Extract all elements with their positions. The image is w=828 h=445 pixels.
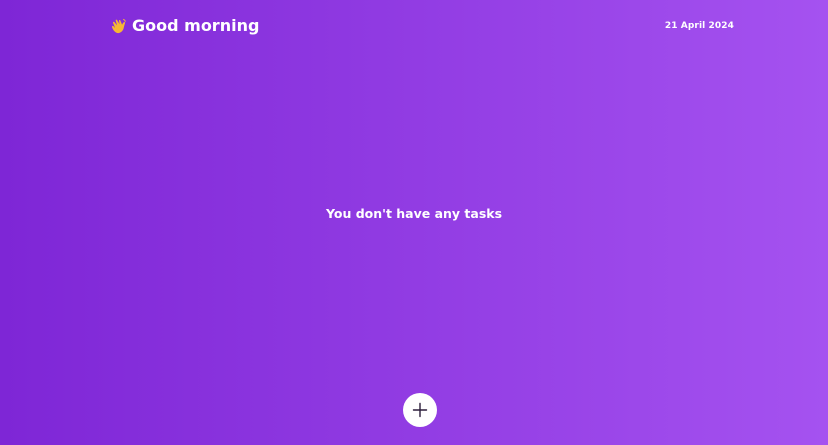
empty-tasks-message: You don't have any tasks	[325, 206, 503, 221]
greeting-text: Good morning	[132, 16, 260, 35]
current-date: 21 April 2024	[664, 21, 734, 31]
waving-hand-icon	[110, 17, 128, 35]
greeting: Good morning	[110, 14, 259, 38]
header: Good morning 21 April 2024	[110, 14, 734, 38]
add-task-button[interactable]	[403, 393, 437, 427]
plus-icon	[412, 402, 428, 418]
